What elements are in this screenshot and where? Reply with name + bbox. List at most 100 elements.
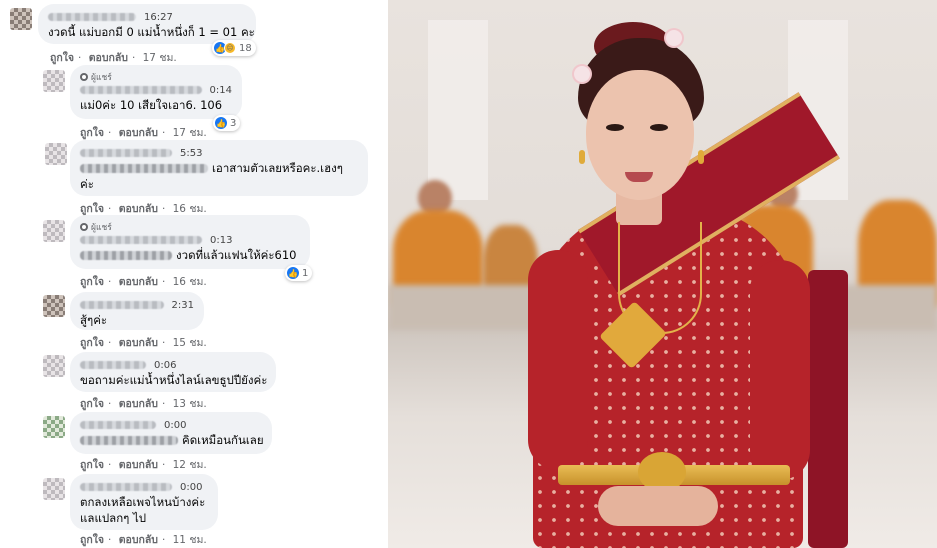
- sharer-icon: [80, 73, 88, 81]
- mention-blurred[interactable]: [80, 436, 178, 445]
- sharer-icon: [80, 223, 88, 231]
- commenter-avatar[interactable]: [43, 416, 65, 438]
- commenter-name-blurred[interactable]: [80, 86, 202, 94]
- commenter-name-blurred[interactable]: [80, 361, 146, 369]
- commenter-name-blurred[interactable]: [80, 149, 172, 157]
- comment-time: 0:14: [209, 84, 232, 96]
- earring: [579, 150, 585, 164]
- commenter-avatar[interactable]: [43, 220, 65, 242]
- reply-link[interactable]: ตอบกลับ: [119, 337, 158, 349]
- comment-time: 5:53: [180, 147, 203, 159]
- comment-time: 0:13: [210, 234, 233, 246]
- comment-text: ตกลงเหลือเพจไหนบ้างค่ะ: [80, 495, 206, 509]
- photo-woman-traditional-dress: [388, 0, 937, 548]
- sad-reaction-icon: ☹: [224, 42, 236, 54]
- comment-bubble: ผู้แชร์ 0:13 งวดที่แล้วแฟนให้ค่ะ610: [70, 215, 310, 269]
- comment-text: สู้ๆค่ะ: [80, 313, 108, 327]
- comment-actions: ถูกใจ · ตอบกลับ · 11 ชม.: [80, 534, 207, 546]
- dress-sash-tail: [808, 270, 848, 548]
- comment-text-line2: ค่ะ: [80, 177, 94, 191]
- comment-time: 0:00: [164, 419, 187, 431]
- commenter-name-blurred[interactable]: [80, 483, 172, 491]
- reaction-count: 18: [239, 42, 252, 54]
- comment-age[interactable]: 11 ชม.: [173, 534, 207, 546]
- comment-text: แม่0ค่ะ 10 เสียใจเอา6. 106: [80, 98, 223, 112]
- background-table: [388, 285, 548, 330]
- commenter-avatar[interactable]: [43, 478, 65, 500]
- comment-time: 0:00: [180, 481, 203, 493]
- reply-link[interactable]: ตอบกลับ: [119, 534, 158, 546]
- comment-age[interactable]: 17 ชม.: [173, 127, 207, 139]
- comment-time: 2:31: [171, 299, 194, 311]
- like-reaction-icon: 👍: [287, 267, 299, 279]
- reply-link[interactable]: ตอบกลับ: [119, 398, 158, 410]
- comment-age[interactable]: 15 ชม.: [173, 337, 207, 349]
- comment-bubble: ผู้แชร์ 0:14 แม่0ค่ะ 10 เสียใจเอา6. 106: [70, 65, 242, 119]
- like-link[interactable]: ถูกใจ: [80, 276, 104, 288]
- reply-link[interactable]: ตอบกลับ: [89, 52, 128, 64]
- comment-text: คิดเหมือนกันเลย: [80, 432, 264, 448]
- reaction-count: 1: [302, 267, 309, 279]
- like-link[interactable]: ถูกใจ: [80, 337, 104, 349]
- comment-age[interactable]: 16 ชม.: [173, 276, 207, 288]
- reply-link[interactable]: ตอบกลับ: [119, 127, 158, 139]
- like-link[interactable]: ถูกใจ: [80, 203, 104, 215]
- left-eye: [606, 124, 624, 131]
- comment-bubble: 5:53 เอาสามตัวเลยหรือคะ.เฮงๆ ค่ะ: [70, 140, 368, 196]
- reaction-summary[interactable]: 👍 1: [285, 265, 313, 281]
- comment-text: ขอถามค่ะแม่น้ำหนึ่งไลน์เลขธูปปียังค่ะ: [80, 373, 268, 387]
- comment-age[interactable]: 13 ชม.: [173, 398, 207, 410]
- earring: [698, 150, 704, 164]
- like-link[interactable]: ถูกใจ: [80, 534, 104, 546]
- comment-thread: 16:27 งวดนี้ แม่บอกมี 0 แม่น้ำหนึ่งก็ 1 …: [0, 0, 388, 548]
- right-sleeve: [750, 260, 810, 480]
- commenter-name-blurred[interactable]: [80, 421, 156, 429]
- comment-text: งวดที่แล้วแฟนให้ค่ะ610: [80, 247, 300, 263]
- right-eye: [650, 124, 668, 131]
- comment-time: 16:27: [144, 11, 173, 23]
- comment-age[interactable]: 17 ชม.: [143, 52, 177, 64]
- commenter-avatar[interactable]: [45, 143, 67, 165]
- like-reaction-icon: 👍: [215, 117, 227, 129]
- hair-flower: [666, 30, 682, 46]
- comment-text-line2: แลแปลกๆ ไป: [80, 511, 147, 525]
- comment-age[interactable]: 12 ชม.: [173, 459, 207, 471]
- commenter-avatar[interactable]: [43, 295, 65, 317]
- mention-blurred[interactable]: [80, 164, 208, 173]
- comment-actions: ถูกใจ · ตอบกลับ · 17 ชม.: [50, 52, 177, 64]
- comment-actions: ถูกใจ · ตอบกลับ · 12 ชม.: [80, 459, 207, 471]
- comment-actions: ถูกใจ · ตอบกลับ · 13 ชม.: [80, 398, 207, 410]
- background-window: [428, 20, 488, 200]
- reply-link[interactable]: ตอบกลับ: [119, 203, 158, 215]
- like-link[interactable]: ถูกใจ: [80, 127, 104, 139]
- comment-bubble: 16:27 งวดนี้ แม่บอกมี 0 แม่น้ำหนึ่งก็ 1 …: [38, 4, 256, 44]
- hands: [598, 486, 718, 526]
- reaction-summary[interactable]: 👍 3: [213, 115, 241, 131]
- reply-link[interactable]: ตอบกลับ: [119, 459, 158, 471]
- comment-actions: ถูกใจ · ตอบกลับ · 17 ชม.: [80, 127, 207, 139]
- commenter-avatar[interactable]: [10, 8, 32, 30]
- like-link[interactable]: ถูกใจ: [80, 459, 104, 471]
- commenter-name-blurred[interactable]: [80, 301, 164, 309]
- comment-age[interactable]: 16 ชม.: [173, 203, 207, 215]
- commenter-name-blurred[interactable]: [80, 236, 202, 244]
- left-sleeve: [528, 250, 588, 470]
- commenter-name-blurred[interactable]: [48, 13, 136, 21]
- comment-actions: ถูกใจ · ตอบกลับ · 16 ชม.: [80, 276, 207, 288]
- comment-bubble: 2:31 สู้ๆค่ะ: [70, 292, 204, 330]
- comment-text: เอาสามตัวเลยหรือคะ.เฮงๆ: [80, 160, 358, 176]
- mention-blurred[interactable]: [80, 251, 172, 260]
- comment-time: 0:06: [154, 359, 177, 371]
- like-link[interactable]: ถูกใจ: [50, 52, 74, 64]
- comment-bubble: 0:00 คิดเหมือนกันเลย: [70, 412, 272, 454]
- hair-flower: [574, 66, 590, 82]
- commenter-avatar[interactable]: [43, 70, 65, 92]
- reaction-summary[interactable]: 👍 ☹ 18: [212, 40, 256, 56]
- comment-bubble: 0:00 ตกลงเหลือเพจไหนบ้างค่ะ แลแปลกๆ ไป: [70, 474, 218, 530]
- commenter-avatar[interactable]: [43, 355, 65, 377]
- comment-text: งวดนี้ แม่บอกมี 0 แม่น้ำหนึ่งก็ 1 = 01 ค…: [48, 25, 255, 39]
- like-link[interactable]: ถูกใจ: [80, 398, 104, 410]
- comment-actions: ถูกใจ · ตอบกลับ · 15 ชม.: [80, 337, 207, 349]
- reply-link[interactable]: ตอบกลับ: [119, 276, 158, 288]
- sharer-badge: ผู้แชร์: [80, 71, 232, 83]
